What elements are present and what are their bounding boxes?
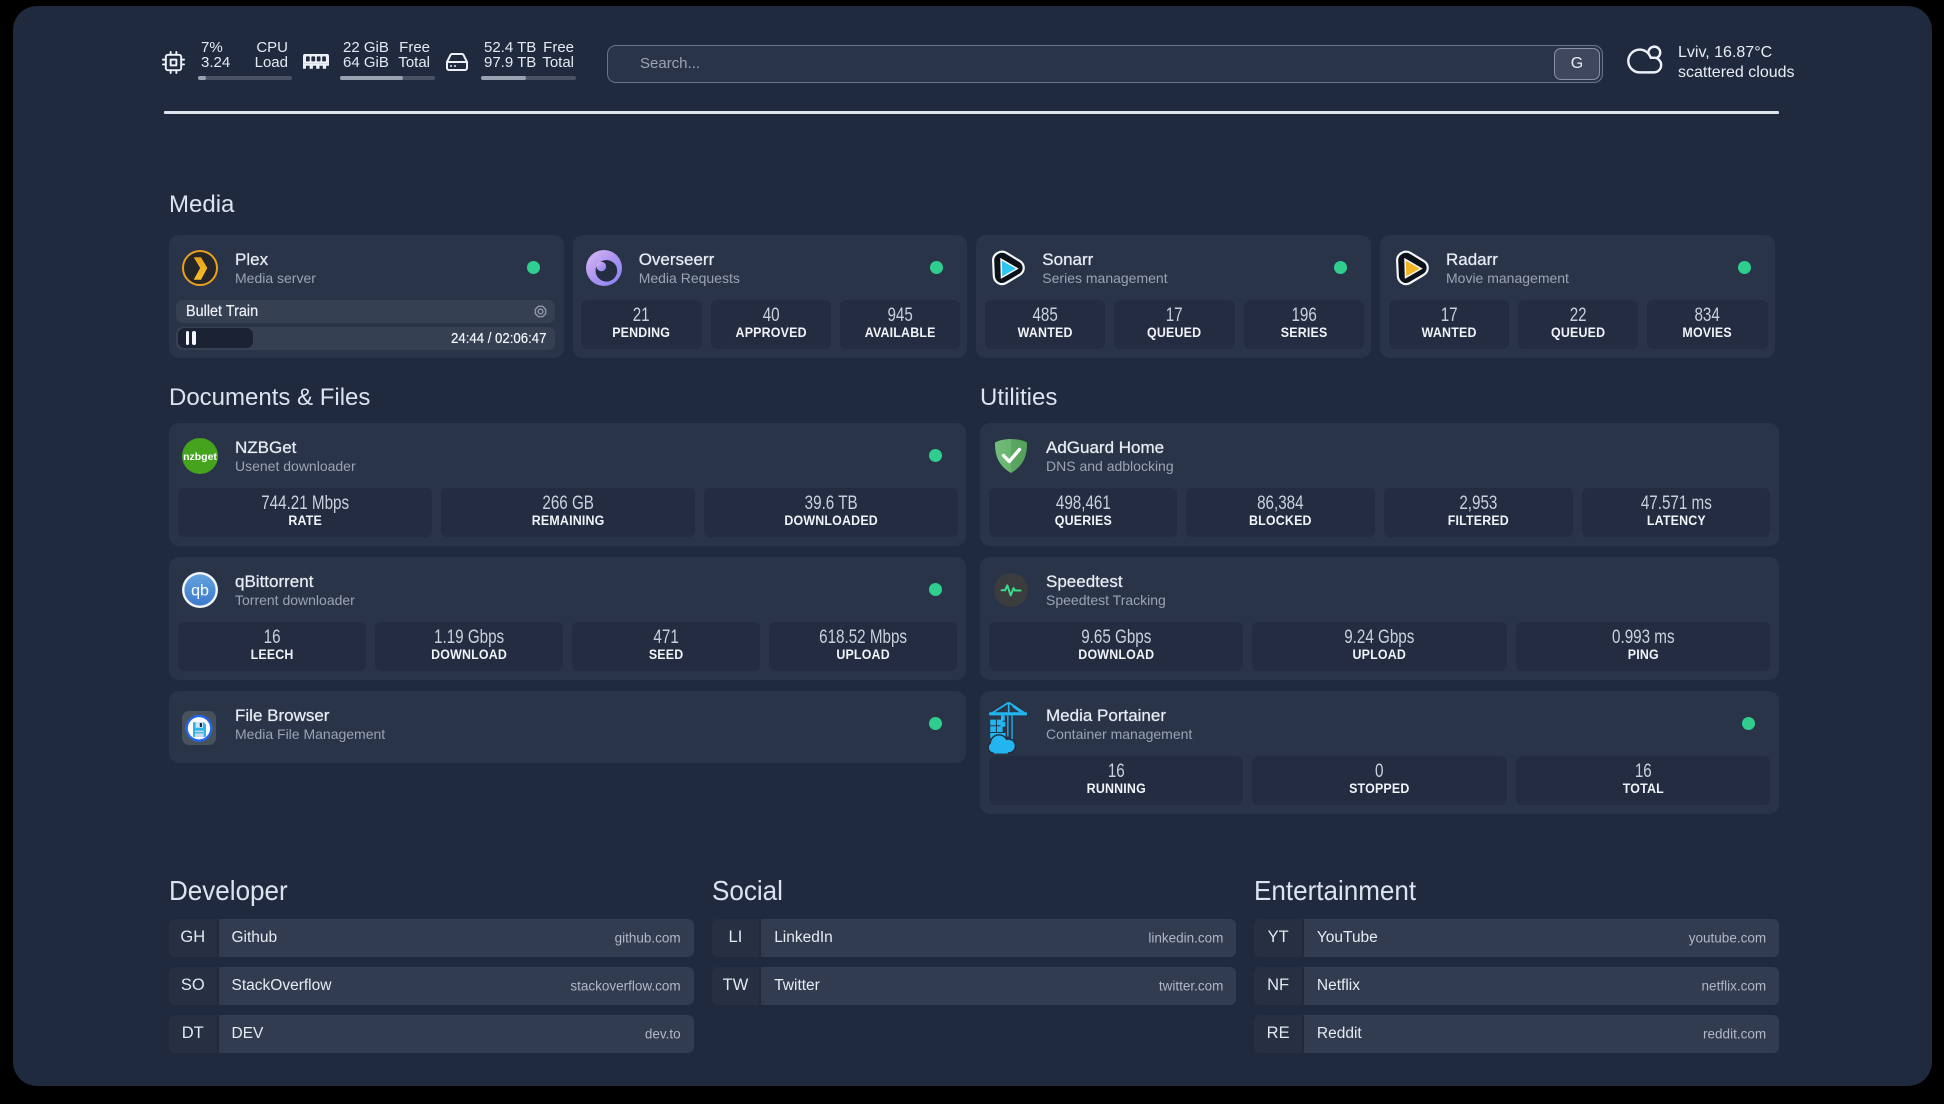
svg-text:nzbget: nzbget (183, 451, 217, 463)
svg-text:qb: qb (191, 582, 209, 599)
